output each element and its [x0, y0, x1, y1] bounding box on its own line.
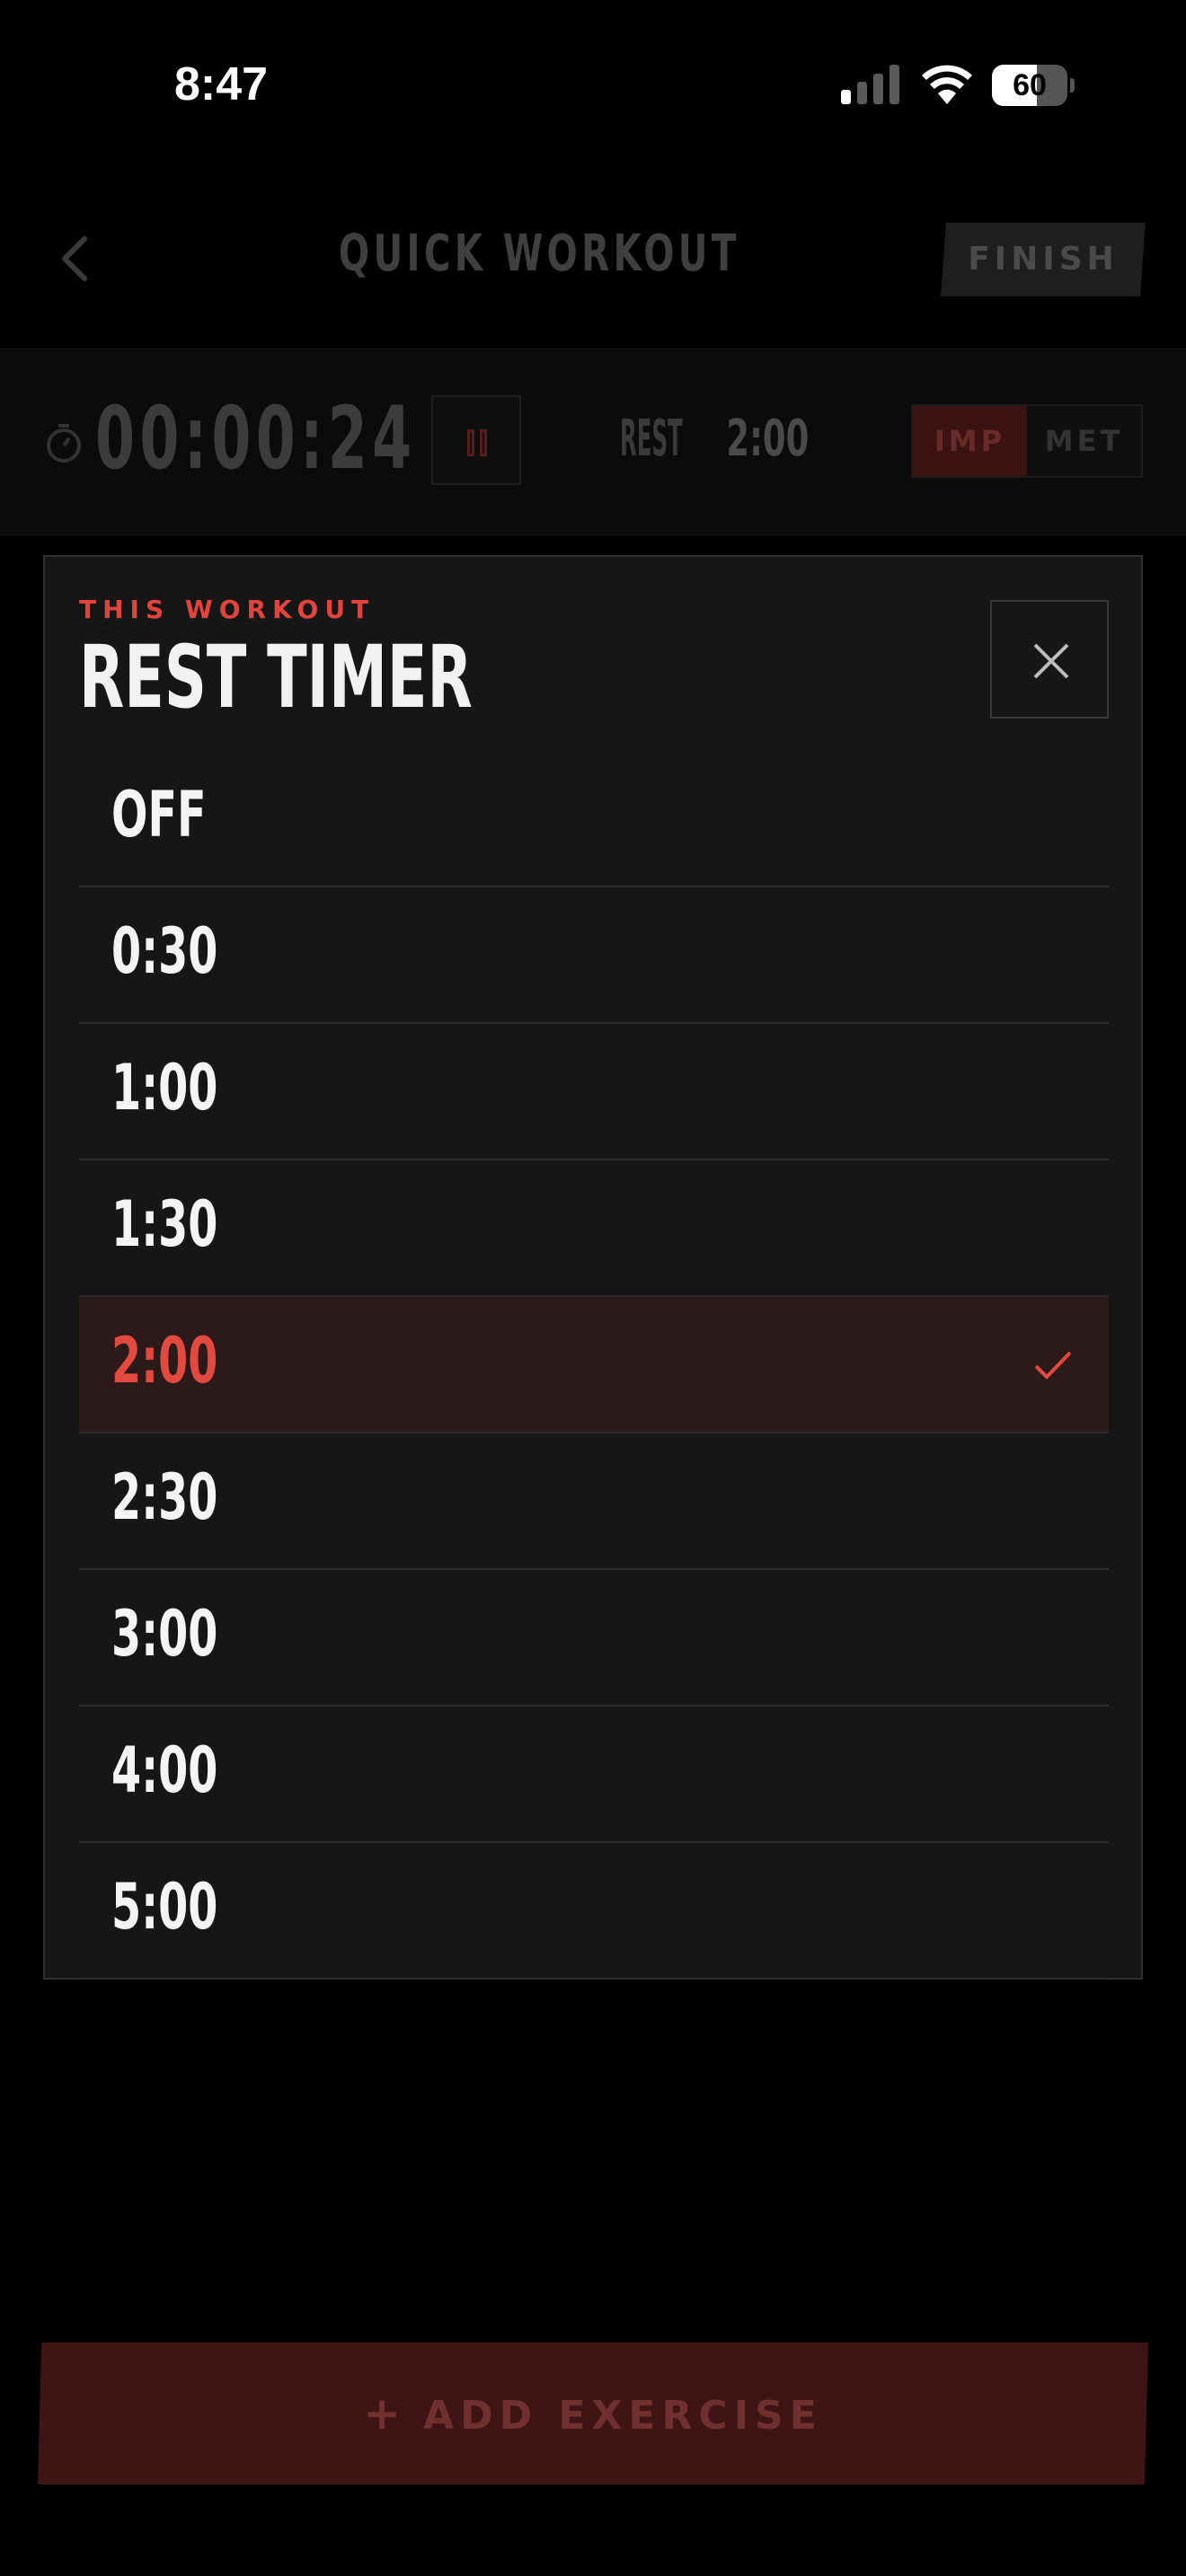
battery-level: 60 [1013, 68, 1047, 102]
rest-option-5-00[interactable]: 5:00 [79, 1843, 1109, 1980]
rest-value: 2:00 [726, 410, 810, 468]
battery-icon: 60 [992, 65, 1075, 106]
rest-time-options: OFF 0:30 1:00 1:30 2:00 2:30 3:00 4:00 5… [79, 751, 1109, 1980]
rest-label: REST [620, 410, 683, 468]
unit-metric-button[interactable]: MET [1027, 406, 1141, 476]
rest-option-2-00[interactable]: 2:00 [79, 1297, 1109, 1434]
add-exercise-button[interactable]: + ADD EXERCISE [37, 2342, 1149, 2484]
checkmark-icon [1034, 1351, 1072, 1380]
modal-title: REST TIMER [79, 627, 473, 728]
page-title: QUICK WORKOUT [338, 225, 740, 283]
rest-option-1-30[interactable]: 1:30 [79, 1160, 1109, 1297]
rest-option-off[interactable]: OFF [79, 751, 1109, 887]
finish-button[interactable]: FINISH [941, 223, 1146, 296]
rest-option-1-00[interactable]: 1:00 [79, 1024, 1109, 1160]
cellular-signal-icon [841, 65, 899, 104]
wifi-icon [922, 65, 972, 104]
stopwatch-icon [47, 424, 81, 463]
rest-timer-status[interactable]: REST 2:00 [620, 410, 907, 468]
plus-icon: + [363, 2387, 408, 2439]
rest-option-4-00[interactable]: 4:00 [79, 1707, 1109, 1843]
pause-button[interactable] [431, 395, 521, 485]
rest-timer-modal: THIS WORKOUT REST TIMER OFF 0:30 1:00 1:… [43, 555, 1143, 1980]
close-button[interactable] [990, 600, 1109, 719]
pause-icon [467, 429, 474, 456]
rest-option-3-00[interactable]: 3:00 [79, 1570, 1109, 1707]
unit-toggle: IMP MET [911, 404, 1143, 478]
close-icon [1033, 643, 1069, 679]
rest-option-0-30[interactable]: 0:30 [79, 887, 1109, 1024]
rest-option-2-30[interactable]: 2:30 [79, 1434, 1109, 1570]
status-time: 8:47 [174, 58, 269, 110]
modal-eyebrow: THIS WORKOUT [79, 595, 376, 624]
add-exercise-label: ADD EXERCISE [423, 2393, 823, 2439]
unit-imperial-button[interactable]: IMP [913, 406, 1027, 476]
